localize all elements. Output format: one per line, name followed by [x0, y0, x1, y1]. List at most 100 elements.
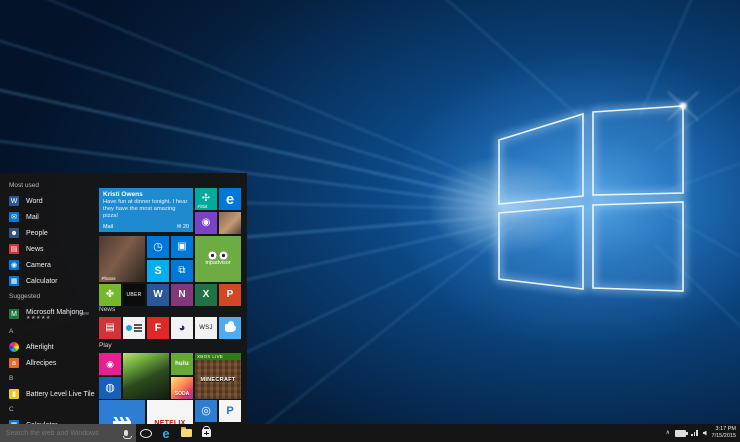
tile-tripadvisor[interactable]: tripadvisor	[195, 236, 241, 282]
tile-group-label-news: News	[99, 306, 116, 313]
afterlight-icon	[9, 342, 19, 352]
tile-alarms[interactable]: ◷	[147, 236, 169, 258]
tile-photos[interactable]: Photos	[99, 236, 145, 282]
tile-skype[interactable]: S	[147, 260, 169, 282]
powerpoint-icon: P	[226, 289, 234, 300]
flipboard-icon: F	[154, 321, 162, 334]
microphone-icon[interactable]	[122, 430, 132, 439]
calculator-icon: ▦	[9, 276, 19, 286]
tile-news-circle-logo[interactable]: ◕	[171, 317, 193, 339]
word-icon: W	[9, 196, 19, 206]
sidebar-item-people[interactable]: ☻ People	[0, 225, 97, 241]
tile-wsj[interactable]: WSJ	[195, 317, 217, 339]
candy-soda-label: SODA	[174, 391, 190, 397]
file-explorer-button[interactable]	[176, 424, 196, 442]
tile-news-briefing[interactable]	[123, 317, 145, 339]
pandora-icon: P	[226, 404, 234, 417]
system-tray: ∧ 3:17 PM 7/15/2015	[666, 424, 740, 442]
uber-wordmark: UBER	[126, 291, 142, 298]
app-label: Camera	[26, 261, 51, 269]
tile-movies-tv[interactable]	[99, 400, 145, 424]
tray-chevron-up-icon[interactable]: ∧	[666, 429, 670, 436]
app-label: People	[26, 229, 48, 237]
taskbar: e ∧ 3:17 PM 7/15/2015	[0, 424, 740, 442]
tile-camera-app[interactable]: ◉	[99, 353, 121, 375]
tile-minecraft[interactable]: XBOX LIVE MINECRAFT	[195, 353, 241, 399]
fitbit-tile-label: Fitbit	[197, 203, 208, 209]
search-box[interactable]	[0, 424, 136, 442]
tile-flipboard[interactable]: F	[147, 317, 169, 339]
green-hand-app-icon: ✤	[105, 289, 115, 300]
word-icon: W	[153, 289, 163, 300]
speaker-icon[interactable]	[702, 430, 707, 436]
tile-snowboard-game[interactable]	[123, 353, 169, 399]
photos-tile-label: Photos	[101, 275, 116, 281]
battery-icon[interactable]	[675, 429, 688, 437]
tile-pandora[interactable]: P	[219, 400, 241, 422]
fitbit-icon: ✣	[201, 193, 211, 204]
tile-uber[interactable]: UBER	[123, 284, 145, 306]
tile-connect[interactable]: ⧉	[171, 260, 193, 282]
tile-contact-photo[interactable]	[219, 212, 241, 234]
sidebar-item-afterlight[interactable]: Afterlight	[0, 339, 97, 355]
edge-taskbar-button[interactable]: e	[156, 424, 176, 442]
xbox-live-banner: XBOX LIVE	[195, 353, 241, 360]
edge-icon: e	[162, 425, 170, 441]
mail-icon: ✉	[9, 212, 19, 222]
onenote-icon: N	[178, 289, 186, 300]
clock-time: 3:17 PM	[715, 426, 736, 433]
tile-edge[interactable]: e	[219, 188, 241, 210]
tile-onenote[interactable]: N	[171, 284, 193, 306]
network-icon[interactable]	[691, 430, 698, 436]
wsj-wordmark: WSJ	[199, 325, 213, 331]
taskbar-clock[interactable]: 3:17 PM 7/15/2015	[712, 426, 736, 440]
tile-green-hand-app[interactable]: ✤	[99, 284, 121, 306]
sidebar-item-allrecipes[interactable]: a Allrecipes	[0, 355, 97, 371]
sidebar-item-calculator[interactable]: ▦Calculator	[0, 417, 97, 424]
sidebar-item-news[interactable]: ▤ News	[0, 241, 97, 257]
sidebar-item-calculator[interactable]: ▦Calculator	[0, 273, 97, 289]
task-view-button[interactable]	[136, 424, 156, 442]
tile-calendar[interactable]: ▣	[171, 236, 193, 258]
app-label: Battery Level Live Tile	[26, 390, 95, 398]
tile-periscope[interactable]: ◉	[195, 212, 217, 234]
groove-icon: ◎	[201, 404, 211, 417]
news-icon: ▤	[9, 244, 19, 254]
people-icon: ☻	[9, 228, 19, 238]
clock-date: 7/15/2015	[711, 433, 736, 439]
tile-hulu[interactable]: hulu	[171, 353, 193, 375]
tile-mail[interactable]: Kristi Owens Have fun at dinner tonight. …	[99, 188, 193, 232]
section-header-b: B	[9, 375, 14, 382]
camera-app-icon: ◉	[106, 358, 114, 369]
tile-excel[interactable]: X	[195, 284, 217, 306]
tile-netflix[interactable]: NETFLIX	[147, 400, 193, 424]
tile-powerpoint[interactable]: P	[219, 284, 241, 306]
connect-icon: ⧉	[178, 265, 186, 276]
tile-candy-game[interactable]: SODA	[171, 377, 193, 399]
start-menu: Most used W Word ✉ Mail ☻ People ▤ News ◉ Camera ▦ C…	[0, 173, 247, 424]
tile-word[interactable]: W	[147, 284, 169, 306]
section-header-c: C	[9, 406, 14, 413]
tile-groove[interactable]: ◎	[195, 400, 217, 422]
sidebar-item-battery-level-live-tile[interactable]: ▮ Battery Level Live Tile	[0, 386, 97, 402]
twitter-bird-icon	[224, 321, 236, 332]
news-circle-logo-icon: ◕	[178, 321, 186, 334]
sidebar-item-microsoft-mahjong[interactable]: M Microsoft Mahjong ★★★★★ Free	[0, 304, 97, 324]
swirl-game-icon: ◍	[105, 381, 115, 394]
tile-news-app[interactable]: ▤	[99, 317, 121, 339]
search-input[interactable]	[0, 428, 118, 438]
store-button[interactable]	[196, 424, 216, 442]
store-bag-icon	[201, 426, 211, 437]
sidebar-item-mail[interactable]: ✉ Mail	[0, 209, 97, 225]
tripadvisor-owl-icon: tripadvisor	[205, 251, 231, 267]
mail-badge: ✉ 20	[176, 224, 189, 230]
sidebar-item-word[interactable]: W Word	[0, 193, 97, 209]
skype-icon: S	[154, 264, 162, 277]
camera-icon: ◉	[9, 260, 19, 270]
battery-icon: ▮	[9, 389, 19, 399]
netflix-wordmark: NETFLIX	[154, 419, 186, 425]
tile-twitter[interactable]	[219, 317, 241, 339]
tile-swirl-game[interactable]: ◍	[99, 377, 121, 399]
tile-fitbit[interactable]: ✣ Fitbit	[195, 188, 217, 210]
sidebar-item-camera[interactable]: ◉ Camera	[0, 257, 97, 273]
